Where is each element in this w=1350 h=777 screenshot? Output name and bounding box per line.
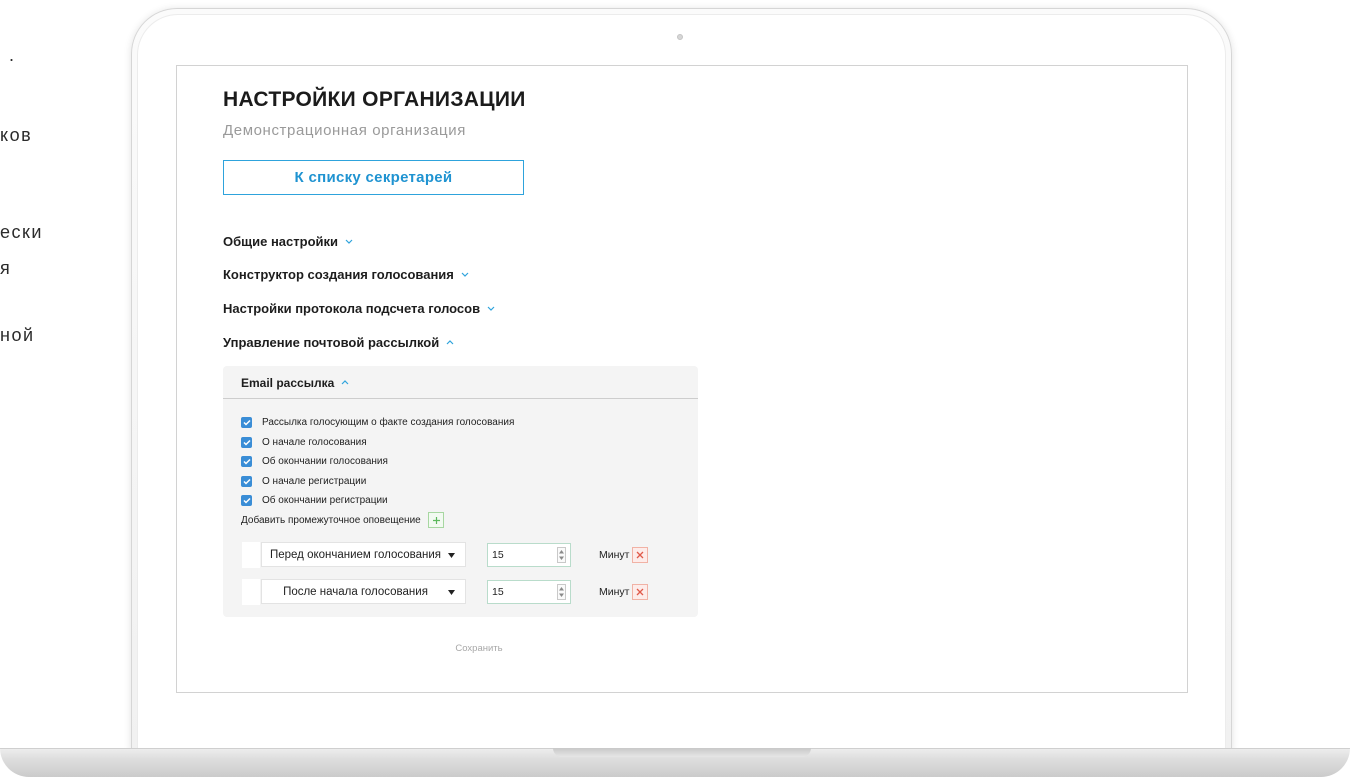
page-title: НАСТРОЙКИ ОРГАНИЗАЦИИ — [223, 88, 526, 111]
secretaries-list-button[interactable]: К списку секретарей — [223, 160, 524, 195]
email-option[interactable]: О начале голосования — [241, 433, 514, 453]
add-notification-label: Добавить промежуточное оповещение — [241, 514, 421, 526]
checkbox[interactable] — [241, 495, 252, 507]
checkbox[interactable] — [241, 456, 252, 468]
email-option-label: О начале голосования — [262, 436, 367, 448]
email-panel-title-label: Email рассылка — [241, 375, 335, 390]
section-voting-constructor[interactable]: Конструктор создания голосования — [223, 266, 469, 282]
camera-dot — [677, 34, 683, 40]
save-button[interactable]: Сохранить — [433, 643, 525, 654]
left-column-fragment: ески — [0, 222, 43, 242]
left-column-fragment: я — [0, 258, 12, 278]
plus-icon — [432, 516, 440, 524]
notification-event-value: После начала голосования — [283, 585, 428, 598]
checkmark-icon — [242, 439, 251, 446]
notification-event-value: Перед окончанием голосования — [269, 548, 442, 561]
email-option-label: Рассылка голосующим о факте создания гол… — [262, 417, 515, 429]
checkbox[interactable] — [241, 436, 252, 448]
remove-notification-button[interactable] — [632, 584, 648, 600]
section-mailing-management[interactable]: Управление почтовой рассылкой — [223, 334, 454, 350]
chevron-up-icon — [341, 380, 349, 385]
notification-row: После начала голосования Минут — [223, 579, 698, 605]
close-icon — [636, 588, 644, 596]
section-general-settings[interactable]: Общие настройки — [223, 233, 353, 249]
checkmark-icon — [242, 498, 251, 504]
email-panel-header[interactable]: Email рассылка — [223, 366, 698, 399]
close-icon — [636, 551, 644, 559]
add-notification-button[interactable] — [428, 512, 444, 528]
section-vote-count-protocol[interactable]: Настройки протокола подсчета голосов — [223, 300, 495, 316]
notification-unit-label: Минут — [599, 586, 630, 598]
email-option-label: Об окончании регистрации — [262, 495, 388, 507]
laptop-base-notch — [553, 748, 811, 757]
notification-row-handle — [242, 542, 260, 568]
laptop-screen: НАСТРОЙКИ ОРГАНИЗАЦИИ Демонстрационная о… — [176, 65, 1188, 693]
notification-unit-label: Минут — [599, 549, 630, 561]
left-column-fragment: ков — [0, 125, 33, 145]
section-label: Общие настройки — [223, 233, 338, 249]
chevron-down-icon — [345, 239, 353, 244]
chevron-down-icon — [461, 272, 469, 277]
email-option-label: Об окончании голосования — [262, 456, 388, 468]
remove-notification-button[interactable] — [632, 547, 648, 563]
caret-down-icon — [448, 553, 455, 558]
email-mailing-panel: Email рассылка Рассылка голосующим о фак… — [223, 366, 698, 617]
checkmark-icon — [242, 478, 251, 485]
email-panel-title: Email рассылка — [241, 366, 349, 399]
spinner-arrows-icon[interactable] — [557, 584, 566, 600]
checkbox[interactable] — [241, 417, 252, 429]
notification-event-select[interactable]: Перед окончанием голосования — [261, 542, 466, 567]
notification-row-handle — [242, 579, 260, 605]
checkmark-icon — [242, 459, 251, 465]
email-option[interactable]: Об окончании регистрации — [241, 491, 514, 511]
email-option[interactable]: Рассылка голосующим о факте создания гол… — [241, 413, 514, 433]
checkbox[interactable] — [241, 475, 252, 487]
spinner-arrows-icon[interactable] — [557, 547, 566, 563]
chevron-up-icon — [446, 339, 454, 344]
section-label: Настройки протокола подсчета голосов — [223, 300, 481, 316]
email-option[interactable]: О начале регистрации — [241, 472, 514, 492]
organization-name: Демонстрационная организация — [223, 122, 466, 139]
email-options-list: Рассылка голосующим о факте создания гол… — [241, 413, 514, 511]
chevron-down-icon — [487, 306, 495, 311]
email-option[interactable]: Об окончании голосования — [241, 452, 514, 472]
section-label: Управление почтовой рассылкой — [223, 334, 440, 350]
left-column-fragment: . — [9, 45, 16, 65]
section-label: Конструктор создания голосования — [223, 266, 454, 282]
left-column-fragment: ной — [0, 325, 35, 345]
checkmark-icon — [242, 420, 251, 426]
notification-row: Перед окончанием голосования Минут — [223, 542, 698, 568]
notification-event-select[interactable]: После начала голосования — [261, 579, 466, 604]
email-option-label: О начале регистрации — [262, 475, 367, 487]
caret-down-icon — [448, 590, 455, 595]
